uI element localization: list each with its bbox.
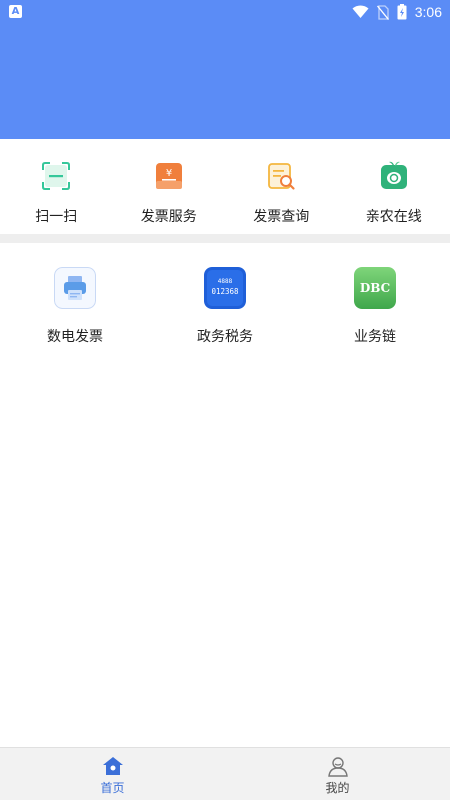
home-icon [102,757,123,775]
profile-icon [327,757,348,777]
quick-action-label: 发票服务 [140,209,197,225]
tab-home[interactable]: 首页 [0,748,225,800]
no-sim-icon [376,4,389,20]
quick-actions: 扫一扫 ¥ 发票服务 发票查询 亲农在线 [0,139,450,235]
wifi-icon [352,5,369,18]
battery-charging-icon [397,4,407,20]
service-label: 政务税务 [197,329,253,345]
tax-affairs-icon: 4888 012368 [204,267,246,309]
bottom-tab-bar: 首页 我的 [0,747,450,800]
tax-icon-bottom-text: 012368 [211,287,239,296]
dbc-icon: DBC [354,267,396,309]
service-label: 数电发票 [47,329,103,345]
quick-action-farm-online[interactable]: 亲农在线 [338,139,450,235]
quick-action-invoice-service[interactable]: ¥ 发票服务 [113,139,226,235]
header-banner: A 3:06 [0,0,450,139]
quick-action-label: 发票查询 [253,209,310,225]
service-digital-invoice[interactable]: 数电发票 [0,243,150,353]
quick-action-label: 亲农在线 [365,209,422,225]
svg-text:¥: ¥ [166,168,172,179]
invoice-service-icon: ¥ [155,163,182,189]
tax-icon-top-text: 4888 [218,278,233,285]
service-tax-affairs[interactable]: 4888 012368 政务税务 [150,243,300,353]
quick-action-invoice-search[interactable]: 发票查询 [225,139,338,235]
quick-action-label: 扫一扫 [35,209,78,225]
tab-label: 首页 [100,781,125,795]
app-notification-icon: A [9,5,22,18]
dbc-icon-text: DBC [360,281,390,295]
section-divider [0,234,450,243]
scan-icon [42,162,71,190]
services-grid: 数电发票 4888 012368 政务税务 DBC 业务链 [0,243,450,353]
quick-action-scan[interactable]: 扫一扫 [0,139,113,235]
tab-profile[interactable]: 我的 [225,748,450,800]
tab-label: 我的 [325,781,350,795]
farm-online-icon [380,161,407,189]
service-label: 业务链 [354,329,396,345]
service-business-chain[interactable]: DBC 业务链 [300,243,450,353]
status-bar: A 3:06 [0,0,450,24]
invoice-search-icon [268,163,295,190]
printer-icon [54,267,96,309]
clock: 3:06 [414,4,442,20]
